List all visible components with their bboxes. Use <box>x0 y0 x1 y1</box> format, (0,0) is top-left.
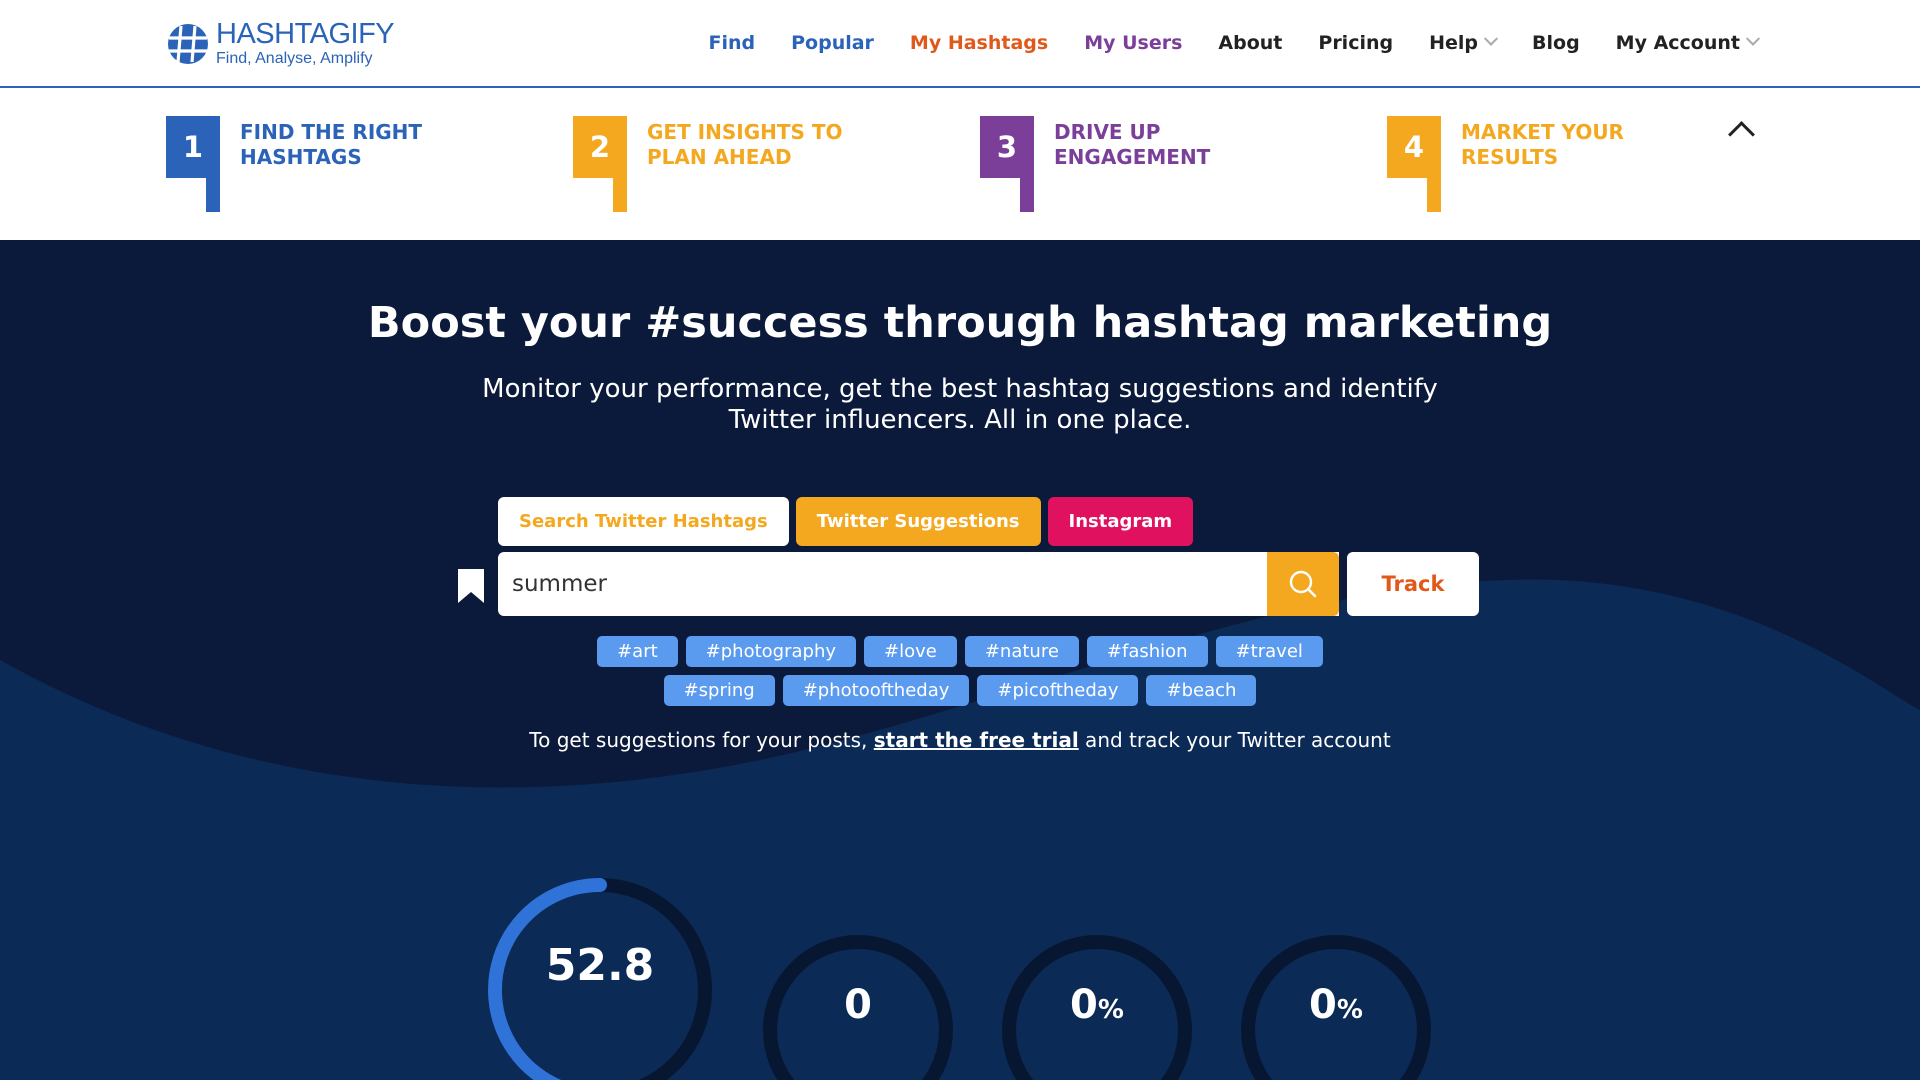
step-2[interactable]: 2 Get insights to plan ahead <box>573 116 867 212</box>
step-number: 4 <box>1387 116 1441 178</box>
step-number-badge: 3 <box>980 116 1034 212</box>
chevron-down-icon <box>1745 31 1761 46</box>
step-title: Drive up engagement <box>1054 120 1211 169</box>
nav-about-label: About <box>1218 32 1283 54</box>
logo-name: HASHTAGIFY <box>216 18 395 50</box>
gauge-unit: % <box>1337 995 1363 1025</box>
nav-my-hashtags[interactable]: My Hashtags <box>910 32 1048 54</box>
step-title: Find the right hashtags <box>240 120 423 169</box>
nav-help[interactable]: Help <box>1429 31 1499 54</box>
nav-popular[interactable]: Popular <box>791 32 874 54</box>
main-nav: Find Popular My Hashtags My Users About … <box>672 0 1761 86</box>
stat-gauges: 52.8 0 0% 0% <box>488 878 1431 1080</box>
gauge-unit: % <box>1098 995 1124 1025</box>
nav-help-label: Help <box>1429 32 1479 54</box>
gauge-value: 0% <box>1070 982 1124 1028</box>
nav-find[interactable]: Find <box>708 32 755 54</box>
chevron-down-icon <box>1483 31 1499 46</box>
step-title: Market your results <box>1461 120 1624 169</box>
step-1[interactable]: 1 Find the right hashtags <box>166 116 460 212</box>
step-number-badge: 2 <box>573 116 627 212</box>
nav-my-hashtags-label: My Hashtags <box>909 32 1049 54</box>
nav-find-label: Find <box>708 32 756 54</box>
step-number: 2 <box>573 116 627 178</box>
nav-blog-label: Blog <box>1532 32 1580 54</box>
hero-section: Boost your #success through hashtag mark… <box>0 240 1920 1080</box>
nav-about[interactable]: About <box>1218 32 1282 54</box>
step-number-badge: 4 <box>1387 116 1441 212</box>
gauge-value: 52.8 <box>546 940 655 991</box>
nav-my-users-label: My Users <box>1084 32 1183 54</box>
nav-my-account[interactable]: My Account <box>1615 31 1761 54</box>
hashtag-globe-icon <box>168 23 208 64</box>
step-3[interactable]: 3 Drive up engagement <box>980 116 1274 212</box>
step-4[interactable]: 4 Market your results <box>1387 116 1681 212</box>
nav-my-users[interactable]: My Users <box>1084 32 1182 54</box>
step-number: 1 <box>166 116 220 178</box>
gauge-value: 0 <box>844 982 872 1028</box>
step-number-badge: 1 <box>166 116 220 212</box>
logo-text: HASHTAGIFY Find, Analyse, Amplify <box>216 18 395 67</box>
gauge-value: 0% <box>1309 982 1363 1028</box>
logo-tagline: Find, Analyse, Amplify <box>216 50 373 67</box>
steps-bar: 1 Find the right hashtags 2 Get insights… <box>0 90 1920 240</box>
step-number: 3 <box>980 116 1034 178</box>
nav-my-account-label: My Account <box>1615 32 1740 54</box>
nav-pricing-label: Pricing <box>1318 32 1394 54</box>
step-title: Get insights to plan ahead <box>647 120 843 169</box>
top-header: HASHTAGIFY Find, Analyse, Amplify Find P… <box>0 0 1920 88</box>
nav-blog[interactable]: Blog <box>1532 32 1580 54</box>
nav-pricing[interactable]: Pricing <box>1318 32 1393 54</box>
nav-popular-label: Popular <box>791 32 874 54</box>
logo[interactable]: HASHTAGIFY Find, Analyse, Amplify <box>166 18 395 67</box>
chevron-up-icon[interactable] <box>1727 116 1753 142</box>
